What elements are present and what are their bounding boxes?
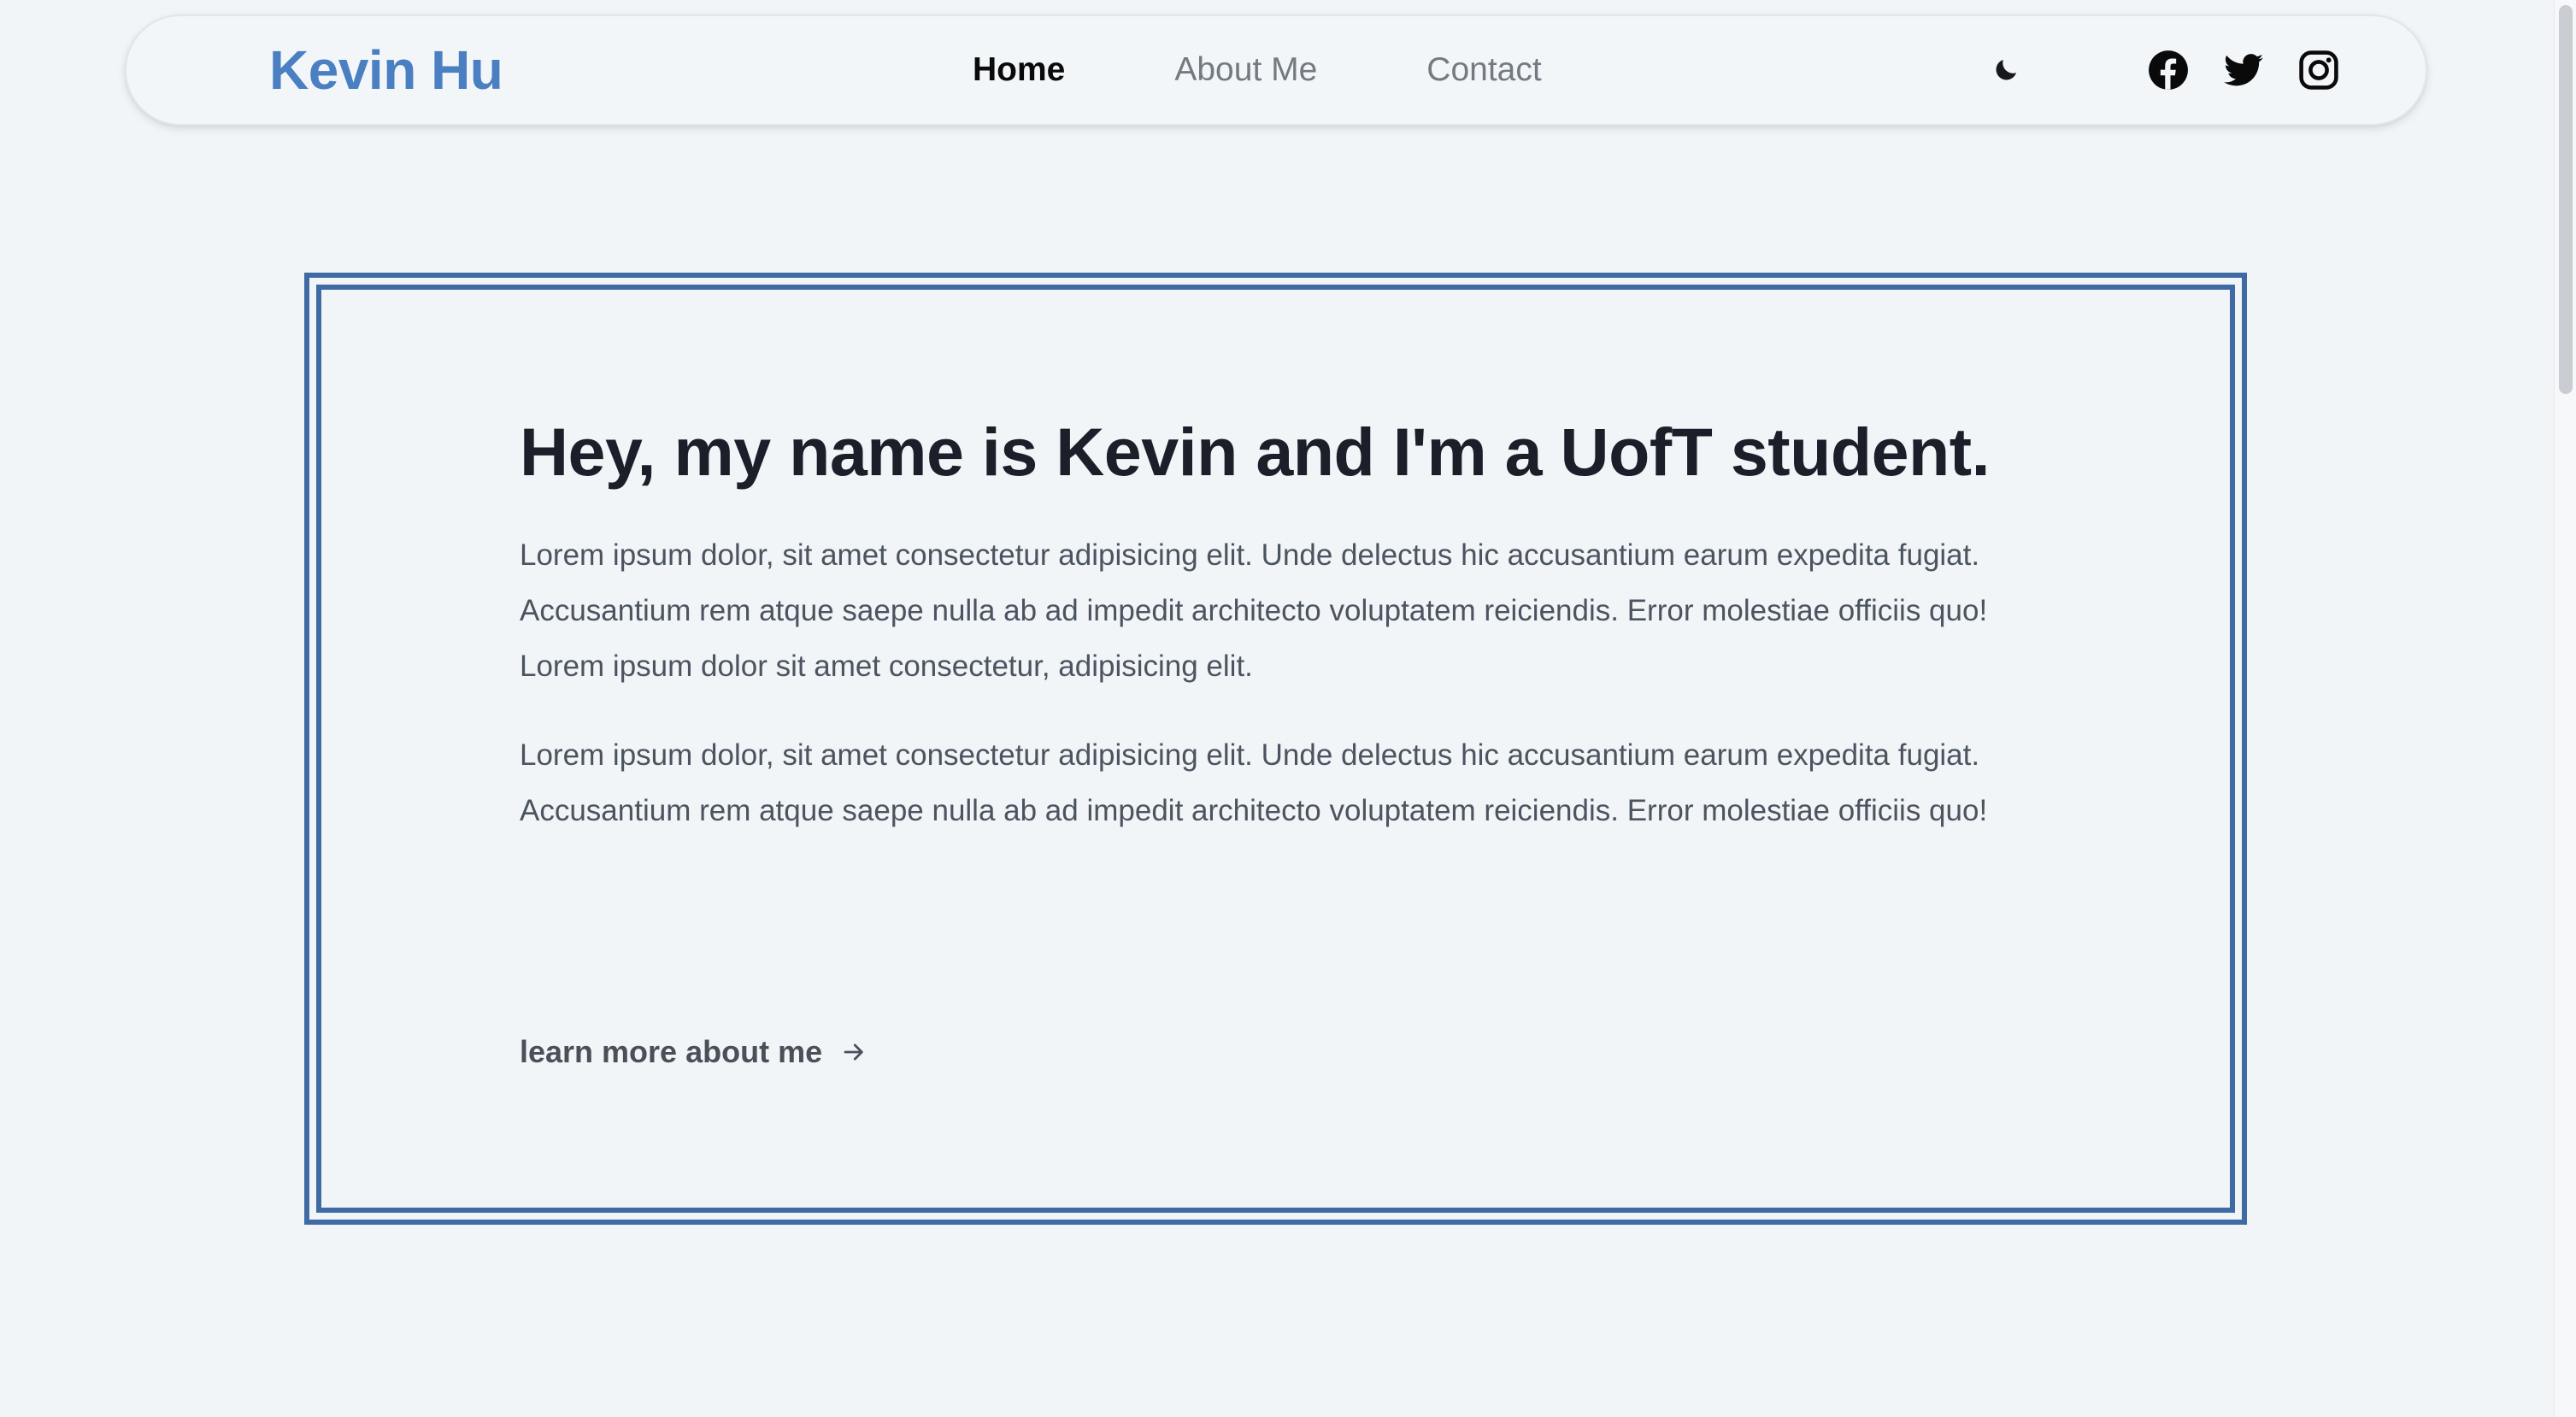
- learn-more-link[interactable]: learn more about me: [520, 1034, 867, 1070]
- hero-paragraph-2: Lorem ipsum dolor, sit amet consectetur …: [520, 738, 1988, 827]
- instagram-icon: [2299, 50, 2338, 90]
- nav-link-contact[interactable]: Contact: [1426, 51, 1541, 89]
- arrow-right-icon: [844, 1044, 863, 1061]
- hero-card: Hey, my name is Kevin and I'm a UofT stu…: [304, 273, 2247, 1225]
- nav-link-about-me[interactable]: About Me: [1174, 51, 1317, 89]
- hero-title: Hey, my name is Kevin and I'm a UofT stu…: [520, 414, 1991, 490]
- hero-paragraph-1: Lorem ipsum dolor, sit amet consectetur …: [520, 538, 1988, 683]
- nav-link-home[interactable]: Home: [973, 51, 1065, 89]
- twitter-link[interactable]: [2222, 49, 2265, 91]
- scrollbar-thumb[interactable]: [2559, 5, 2573, 394]
- hero-content: Hey, my name is Kevin and I'm a UofT stu…: [520, 412, 2007, 838]
- moon-icon: [1996, 59, 2017, 80]
- social-links: [2147, 49, 2340, 91]
- facebook-icon: [2149, 50, 2188, 90]
- theme-toggle-button[interactable]: [1989, 53, 2023, 87]
- twitter-icon: [2224, 54, 2263, 86]
- brand-logo[interactable]: Kevin Hu: [269, 38, 503, 102]
- scrollbar[interactable]: [2554, 0, 2576, 1417]
- facebook-link[interactable]: [2147, 49, 2190, 91]
- navbar: Kevin Hu Home About Me Contact: [125, 15, 2427, 126]
- nav-links: Home About Me Contact: [973, 51, 1542, 89]
- instagram-link[interactable]: [2297, 49, 2340, 91]
- learn-more-label: learn more about me: [520, 1034, 823, 1069]
